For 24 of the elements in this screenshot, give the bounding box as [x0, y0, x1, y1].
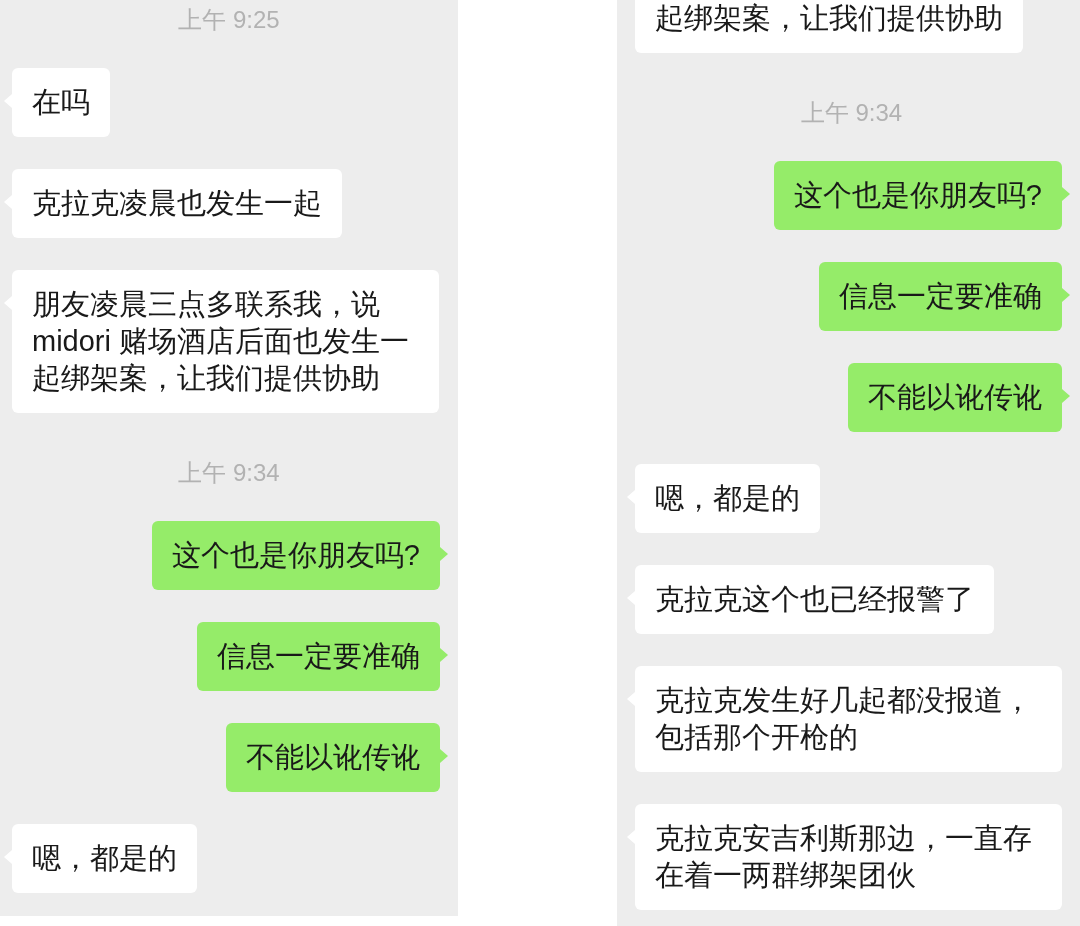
speech-tail	[440, 648, 448, 662]
message-bubble: 嗯，都是的	[635, 464, 820, 533]
speech-tail	[1062, 187, 1070, 201]
message-bubble: 嗯，都是的	[12, 824, 197, 893]
message-bubble: 起绑架案，让我们提供协助	[635, 0, 1023, 53]
message-bubble: 不能以讹传讹	[226, 723, 440, 792]
message-bubble: 信息一定要准确	[197, 622, 440, 691]
message-bubble: 在吗	[12, 68, 110, 137]
message-bubble: 朋友凌晨三点多联系我，说midori 赌场酒店后面也发生一起绑架案，让我们提供协助	[12, 270, 439, 413]
message-bubble: 不能以讹传讹	[848, 363, 1062, 432]
message-bubble: 克拉克凌晨也发生一起	[12, 169, 342, 238]
message-bubble: 这个也是你朋友吗?	[151, 521, 440, 590]
message-bubble: 克拉克安吉利斯那边，一直存在着一两群绑架团伙	[635, 804, 1062, 910]
speech-tail	[440, 547, 448, 561]
message-bubble: 信息一定要准确	[819, 262, 1062, 331]
timestamp: 上午 9:34	[178, 458, 280, 488]
message-bubble: 克拉克发生好几起都没报道，包括那个开枪的	[635, 666, 1062, 772]
speech-tail	[440, 749, 448, 763]
timestamp: 上午 9:25	[178, 5, 280, 35]
speech-tail	[1062, 288, 1070, 302]
speech-tail	[1062, 389, 1070, 403]
message-bubble: 克拉克这个也已经报警了	[635, 565, 994, 634]
message-bubble: 这个也是你朋友吗?	[773, 161, 1062, 230]
timestamp: 上午 9:34	[800, 98, 903, 128]
